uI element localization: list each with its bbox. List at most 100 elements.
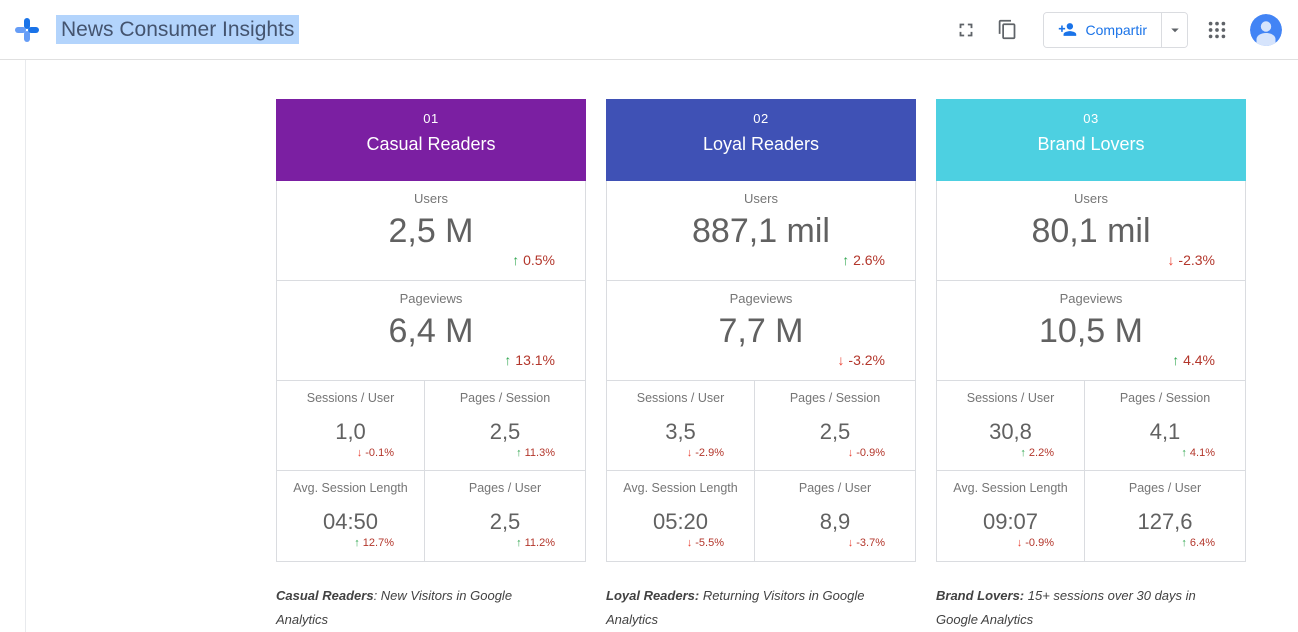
card-title: Loyal Readers <box>606 134 916 155</box>
card-title: Brand Lovers <box>936 134 1246 155</box>
users-scorecard: Users 887,1 mil ↑ 2.6% <box>607 181 915 281</box>
metric-delta: ↓ -5.5% <box>687 537 724 549</box>
delta-arrow-icon: ↑ <box>516 537 522 549</box>
sessions-per-user-scorecard: Sessions / User 3,5 ↓ -2.9% <box>607 381 755 471</box>
delta-percent: 0.5% <box>523 252 555 268</box>
delta-arrow-icon: ↓ <box>687 537 693 549</box>
delta-arrow-icon: ↑ <box>516 447 522 459</box>
metric-delta: ↓ -0.9% <box>848 447 885 459</box>
app-header: News Consumer Insights <box>0 0 1298 60</box>
delta-percent: 11.3% <box>525 447 555 459</box>
metric-label: Pages / Session <box>460 391 550 405</box>
metrics-row: Sessions / User 30,8 ↑ 2.2% Pages / Sess… <box>937 381 1245 471</box>
metrics-row: Sessions / User 1,0 ↓ -0.1% Pages / Sess… <box>277 381 585 471</box>
delta-percent: -2.9% <box>695 447 724 459</box>
delta-percent: -0.9% <box>1025 537 1054 549</box>
metric-value: 887,1 mil <box>692 211 830 251</box>
delta-arrow-icon: ↓ <box>357 447 363 459</box>
metric-delta: ↑ 11.2% <box>516 537 555 549</box>
metric-label: Pages / Session <box>1120 391 1210 405</box>
metric-value: 05:20 <box>653 510 708 534</box>
delta-arrow-icon: ↑ <box>512 252 519 268</box>
metric-delta: ↓ -3.7% <box>848 537 885 549</box>
delta-arrow-icon: ↓ <box>687 447 693 459</box>
segment-note-term: Brand Lovers: <box>936 588 1024 603</box>
card-loyal-readers: 02 Loyal Readers Users 887,1 mil ↑ 2.6% … <box>606 99 916 632</box>
metric-label: Pages / User <box>469 481 541 495</box>
share-button[interactable]: Compartir <box>1044 13 1161 47</box>
segment-note: Brand Lovers: 15+ sessions over 30 days … <box>936 584 1218 632</box>
delta-percent: 4.1% <box>1190 447 1215 459</box>
card-body: Users 887,1 mil ↑ 2.6% Pageviews 7,7 M ↓… <box>606 181 916 562</box>
pages-per-user-scorecard: Pages / User 8,9 ↓ -3.7% <box>755 471 915 561</box>
metric-value: 2,5 <box>820 420 851 444</box>
looker-studio-logo-icon[interactable] <box>12 15 42 45</box>
metric-label: Pageviews <box>400 291 463 306</box>
delta-percent: 12.7% <box>363 537 394 549</box>
delta-arrow-icon: ↑ <box>1020 447 1026 459</box>
fullscreen-icon <box>955 19 977 41</box>
fullscreen-button[interactable] <box>953 17 979 43</box>
delta-arrow-icon: ↑ <box>842 252 849 268</box>
metric-value: 127,6 <box>1137 510 1192 534</box>
share-button-group: Compartir <box>1043 12 1188 48</box>
metric-label: Sessions / User <box>637 391 725 405</box>
metric-value: 4,1 <box>1150 420 1181 444</box>
metric-value: 1,0 <box>335 420 366 444</box>
appbar-actions: Compartir <box>937 12 1288 48</box>
segment-note-term: Casual Readers <box>276 588 374 603</box>
report-title[interactable]: News Consumer Insights <box>56 18 299 42</box>
pageviews-scorecard: Pageviews 7,7 M ↓ -3.2% <box>607 281 915 381</box>
delta-percent: 11.2% <box>525 537 555 549</box>
pages-per-user-scorecard: Pages / User 2,5 ↑ 11.2% <box>425 471 585 561</box>
caret-down-icon <box>1166 21 1184 39</box>
share-dropdown-button[interactable] <box>1161 13 1187 47</box>
metric-label: Sessions / User <box>307 391 395 405</box>
metric-value: 80,1 mil <box>1031 211 1150 251</box>
card-header: 03 Brand Lovers <box>936 99 1246 181</box>
pages-per-user-scorecard: Pages / User 127,6 ↑ 6.4% <box>1085 471 1245 561</box>
pageviews-scorecard: Pageviews 6,4 M ↑ 13.1% <box>277 281 585 381</box>
metric-delta: ↓ -3.2% <box>838 352 885 368</box>
users-scorecard: Users 80,1 mil ↓ -2.3% <box>937 181 1245 281</box>
card-casual-readers: 01 Casual Readers Users 2,5 M ↑ 0.5% Pag… <box>276 99 586 632</box>
metrics-row: Avg. Session Length 05:20 ↓ -5.5% Pages … <box>607 471 915 561</box>
delta-percent: 6.4% <box>1190 537 1215 549</box>
delta-arrow-icon: ↑ <box>354 537 360 549</box>
avg-session-length-scorecard: Avg. Session Length 05:20 ↓ -5.5% <box>607 471 755 561</box>
metric-value: 09:07 <box>983 510 1038 534</box>
metric-label: Users <box>744 191 778 206</box>
metrics-row: Avg. Session Length 04:50 ↑ 12.7% Pages … <box>277 471 585 561</box>
metric-label: Pages / Session <box>790 391 880 405</box>
metrics-row: Sessions / User 3,5 ↓ -2.9% Pages / Sess… <box>607 381 915 471</box>
copy-pages-button[interactable] <box>995 17 1021 43</box>
segment-note: Casual Readers: New Visitors in Google A… <box>276 584 558 632</box>
segment-note-term: Loyal Readers: <box>606 588 699 603</box>
metric-delta: ↑ 12.7% <box>354 537 394 549</box>
card-number: 03 <box>936 111 1246 126</box>
delta-arrow-icon: ↓ <box>838 352 845 368</box>
metric-label: Pages / User <box>1129 481 1201 495</box>
delta-arrow-icon: ↓ <box>1017 537 1023 549</box>
metric-value: 30,8 <box>989 420 1032 444</box>
apps-grid-button[interactable] <box>1204 17 1230 43</box>
card-header: 01 Casual Readers <box>276 99 586 181</box>
metric-value: 8,9 <box>820 510 851 534</box>
metric-value: 10,5 M <box>1039 311 1143 351</box>
delta-percent: -3.2% <box>848 352 885 368</box>
delta-arrow-icon: ↑ <box>504 352 511 368</box>
share-button-label: Compartir <box>1086 22 1147 38</box>
delta-percent: -0.9% <box>856 447 885 459</box>
report-title-text[interactable]: News Consumer Insights <box>56 15 299 44</box>
metrics-row: Avg. Session Length 09:07 ↓ -0.9% Pages … <box>937 471 1245 561</box>
metric-delta: ↑ 6.4% <box>1181 537 1215 549</box>
user-avatar[interactable] <box>1250 14 1282 46</box>
metric-delta: ↑ 0.5% <box>512 252 555 268</box>
metric-value: 2,5 M <box>388 211 473 251</box>
metric-value: 2,5 <box>490 420 521 444</box>
card-body: Users 80,1 mil ↓ -2.3% Pageviews 10,5 M … <box>936 181 1246 562</box>
metric-label: Avg. Session Length <box>293 481 407 495</box>
delta-percent: 4.4% <box>1183 352 1215 368</box>
delta-arrow-icon: ↓ <box>1168 252 1175 268</box>
metric-delta: ↑ 2.6% <box>842 252 885 268</box>
